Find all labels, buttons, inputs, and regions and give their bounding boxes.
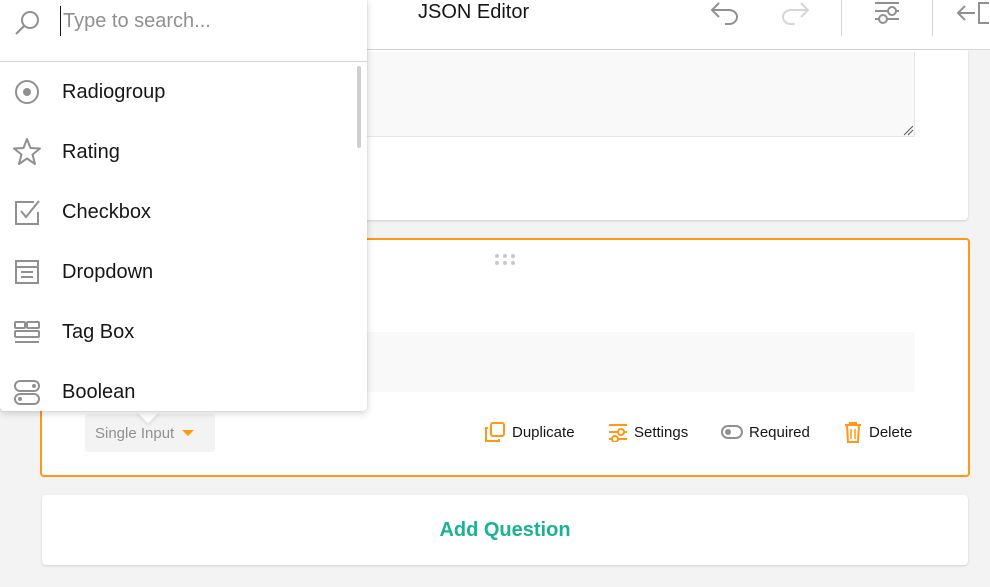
list-item-label: Rating <box>62 141 120 163</box>
question-type-label: Single Input <box>95 424 175 442</box>
redo-button[interactable] <box>775 0 815 26</box>
required-label: Required <box>749 423 810 441</box>
settings-icon <box>609 424 627 442</box>
chevron-down-icon <box>182 430 195 436</box>
collapse-panel-icon <box>956 2 989 24</box>
input-preview <box>360 332 915 392</box>
redo-icon <box>782 2 810 25</box>
drag-handle-icon[interactable] <box>494 253 516 267</box>
search-icon <box>15 11 39 35</box>
question-settings-button[interactable]: Settings <box>608 420 688 444</box>
list-item-label: Tag Box <box>62 321 135 343</box>
search-input[interactable] <box>60 6 350 36</box>
undo-icon <box>710 2 738 25</box>
question-type-popup: Radiogroup Rating Checkbox Dropdown <box>0 0 367 411</box>
toggle-icon <box>721 425 743 439</box>
list-item-rating[interactable]: Rating <box>0 122 355 182</box>
trash-icon <box>845 422 861 443</box>
list-item-radiogroup[interactable]: Radiogroup <box>0 62 355 122</box>
boolean-icon <box>14 380 40 405</box>
popup-search-bar <box>0 0 367 62</box>
settings-label: Settings <box>634 423 689 441</box>
duplicate-icon <box>485 422 505 442</box>
list-item-label: Checkbox <box>62 201 151 223</box>
checkbox-icon <box>15 200 40 225</box>
list-item-label: Dropdown <box>62 261 154 283</box>
list-item-checkbox[interactable]: Checkbox <box>0 182 355 242</box>
list-item-dropdown[interactable]: Dropdown <box>0 242 355 302</box>
required-toggle[interactable]: Required <box>721 420 810 444</box>
list-item-label: Boolean <box>62 381 136 403</box>
collapse-panel-button[interactable] <box>955 0 990 26</box>
duplicate-button[interactable]: Duplicate <box>484 420 575 444</box>
settings-icon <box>875 2 899 24</box>
comment-preview <box>360 52 915 137</box>
popup-scrollbar[interactable] <box>357 66 361 148</box>
undo-button[interactable] <box>705 0 745 26</box>
tab-json-editor[interactable]: JSON Editor <box>418 0 529 26</box>
list-item-label: Radiogroup <box>62 81 166 103</box>
tagbox-icon <box>14 321 40 343</box>
toolbar-separator <box>932 0 933 36</box>
toolbar-separator <box>841 0 842 36</box>
list-item-boolean[interactable]: Boolean <box>0 362 355 411</box>
duplicate-label: Duplicate <box>512 423 575 441</box>
settings-button[interactable] <box>867 0 907 26</box>
list-item-tagbox[interactable]: Tag Box <box>0 302 355 362</box>
dropdown-icon <box>15 260 39 284</box>
radiogroup-icon <box>15 80 39 104</box>
rating-star-icon <box>13 138 41 165</box>
add-question-button[interactable]: Add Question <box>439 519 570 542</box>
delete-button[interactable]: Delete <box>843 420 912 444</box>
delete-label: Delete <box>869 423 913 441</box>
add-question-panel: Add Question <box>42 495 968 565</box>
resize-grip-icon <box>903 125 914 136</box>
